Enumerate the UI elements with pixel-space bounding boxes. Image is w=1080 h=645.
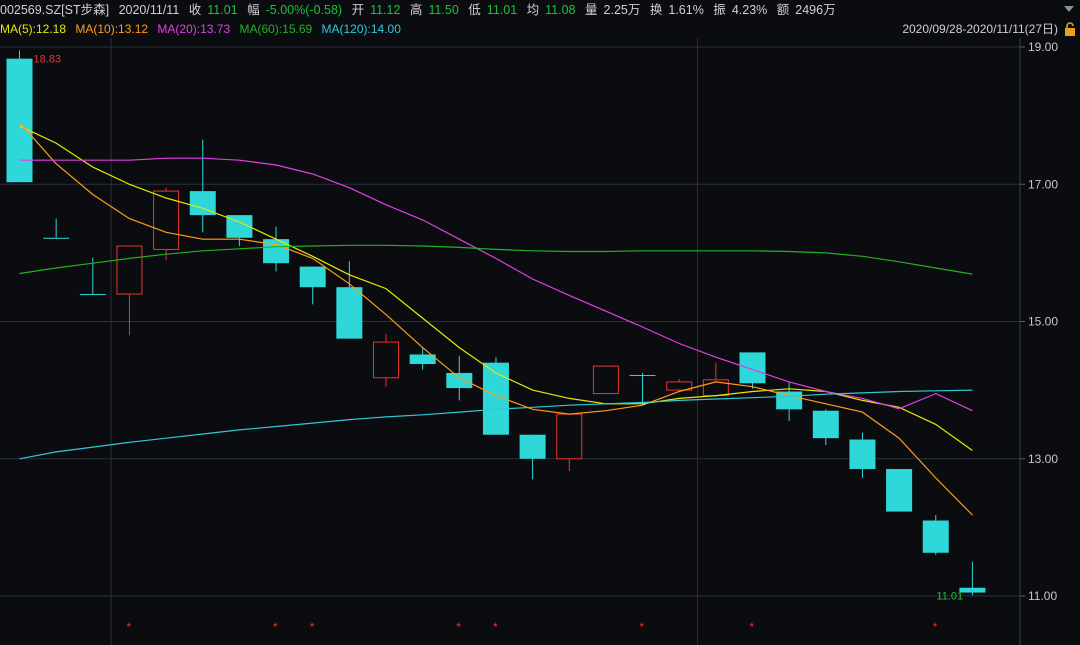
open-label: 开 <box>351 3 365 17</box>
ma-line-ma10 <box>19 122 973 516</box>
candle-body <box>592 365 619 395</box>
candle-body <box>336 287 363 339</box>
event-star-marker: * <box>456 620 461 634</box>
candle-body <box>886 469 913 512</box>
amplitude-label: 振 <box>713 3 726 17</box>
quote-date: 2020/11/11 <box>118 3 180 17</box>
ma10-label: MA(10):13.12 <box>75 22 149 36</box>
y-tick-label: 11.00 <box>1028 589 1057 603</box>
candle-body <box>959 587 986 593</box>
candle-body <box>812 410 839 439</box>
event-star-marker: * <box>640 620 645 634</box>
low-value: 11.01 <box>486 3 518 17</box>
avg-value: 11.08 <box>545 3 576 17</box>
kline-chart[interactable]: 19.00 17.00 15.00 13.00 11.00 18.83 11.01 * * * * *… <box>0 0 1080 645</box>
candle-body <box>519 434 546 459</box>
volume-value: 2.25万 <box>603 3 641 17</box>
ma60-label: MA(60):15.69 <box>239 22 313 36</box>
turnover-value: 1.61% <box>668 3 704 17</box>
low-label: 低 <box>468 3 481 17</box>
amount-label: 额 <box>776 3 790 17</box>
date-range: 2020/09/28-2020/11/11(27日) <box>902 22 1058 36</box>
ma5-label: MA(5):12.18 <box>0 22 67 36</box>
event-star-marker: * <box>310 620 315 634</box>
change-label: 幅 <box>247 3 260 17</box>
candle-body <box>43 237 70 239</box>
candle-body <box>629 375 656 377</box>
candle-body <box>79 294 106 296</box>
max-price-label: 18.83 <box>34 54 62 66</box>
stock-code: 002569.SZ[ST步森] <box>0 3 110 17</box>
y-tick-label: 19.00 <box>1028 40 1058 54</box>
avg-label: 均 <box>526 3 540 17</box>
candle-body <box>446 372 473 389</box>
quote-header: 002569.SZ[ST步森] 2020/11/11 收 11.01 幅 -5.00… <box>0 0 1080 20</box>
turnover-label: 换 <box>649 3 663 17</box>
candle-body <box>116 245 143 295</box>
amount-value: 2496万 <box>795 3 836 17</box>
chevron-down-icon[interactable] <box>1062 2 1076 16</box>
y-tick-label: 17.00 <box>1028 177 1058 191</box>
amplitude-value: 4.23% <box>731 3 768 17</box>
candle-body <box>373 341 399 379</box>
event-star-marker: * <box>933 620 938 634</box>
change-value: -5.00%(-0.58) <box>265 3 343 17</box>
y-tick-label: 13.00 <box>1028 452 1058 466</box>
volume-label: 量 <box>585 3 598 17</box>
y-tick-label: 15.00 <box>1028 315 1058 329</box>
candle-body <box>776 391 803 410</box>
close-label: 收 <box>188 3 202 17</box>
ma120-label: MA(120):14.00 <box>321 22 401 36</box>
high-label: 高 <box>409 3 423 17</box>
lock-icon[interactable] <box>1064 22 1076 36</box>
candle-body <box>849 439 876 470</box>
candle-body <box>299 266 326 288</box>
event-star-marker: * <box>750 620 755 634</box>
candle-body <box>6 58 33 183</box>
event-star-marker: * <box>273 620 278 634</box>
candle-body <box>922 520 949 553</box>
high-value: 11.50 <box>428 3 459 17</box>
event-star-marker: * <box>126 620 131 634</box>
candle-body <box>739 352 766 384</box>
event-star-marker: * <box>493 620 498 634</box>
close-value: 11.01 <box>207 3 238 17</box>
min-price-label: 11.01 <box>936 590 963 602</box>
open-value: 11.12 <box>370 3 401 17</box>
ma20-label: MA(20):13.73 <box>157 22 231 36</box>
candle-body <box>556 413 583 460</box>
